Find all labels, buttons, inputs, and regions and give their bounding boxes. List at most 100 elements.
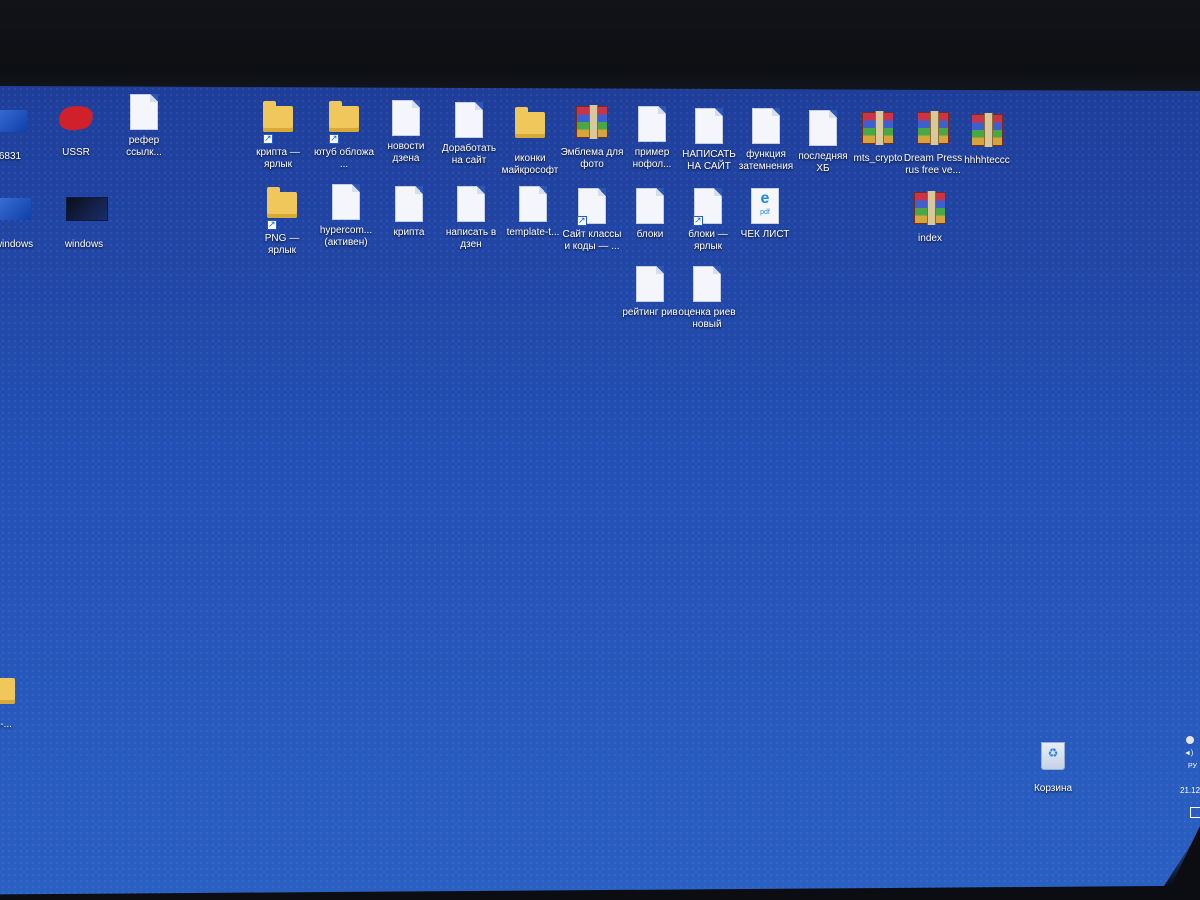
icon-glyph <box>633 266 667 304</box>
icon-glyph <box>692 108 726 146</box>
icon-label: windows <box>64 239 104 250</box>
icon-label: пример нофол... <box>632 147 672 170</box>
icon-glyph <box>57 103 95 144</box>
document-icon <box>636 188 664 224</box>
icon-label: ЧЕК ЛИСТ <box>740 229 790 240</box>
icon-sait-klassy[interactable]: Сайт классы и коды — ... <box>560 188 624 253</box>
icon-glyph <box>749 108 783 146</box>
icon-label: блоки <box>636 229 664 240</box>
icon-glyph <box>575 188 609 226</box>
icon-label: Доработать на сайт <box>441 143 497 166</box>
winrar-archive-icon <box>862 111 894 145</box>
icon-funkciya[interactable]: функция затемнения <box>734 108 798 173</box>
icon-ocenka[interactable]: оценка риев новый <box>675 266 739 331</box>
icon-kripta-shortcut[interactable]: крипта — ярлык <box>246 98 310 171</box>
icon-glyph <box>806 110 840 148</box>
winrar-archive-icon <box>914 191 946 225</box>
folder-icon <box>515 107 545 138</box>
icon-label: Корзина <box>1033 783 1073 794</box>
icon-glyph <box>913 191 947 230</box>
document-icon <box>695 108 723 144</box>
icon-glyph <box>970 113 1004 152</box>
icon-label: PNG — ярлык <box>264 233 300 256</box>
winrar-archive-icon <box>576 105 608 139</box>
icon-glyph <box>0 198 31 236</box>
shortcut-arrow-icon <box>693 214 703 226</box>
icon-windows-2[interactable]: windows <box>52 186 116 251</box>
icon-emblema[interactable]: Эмблема для фото <box>560 104 624 171</box>
document-icon <box>693 266 721 302</box>
icon-label: блоки — ярлык <box>688 229 728 252</box>
icon-label: USSR <box>62 147 90 158</box>
document-icon <box>392 100 420 136</box>
icon-glyph <box>635 106 669 144</box>
document-icon <box>332 184 360 220</box>
network-icon[interactable] <box>1186 736 1194 744</box>
icon-glyph <box>861 111 895 150</box>
icon-index[interactable]: index <box>898 190 962 245</box>
icon-napisat[interactable]: НАПИСАТЬ НА САЙТ <box>677 108 741 173</box>
icon-glyph <box>67 198 107 236</box>
icon-youtube-cover[interactable]: ютуб обложа ... <box>312 98 376 171</box>
icon-napisat-v-dzen[interactable]: написать в дзен <box>439 186 503 251</box>
icon-glyph <box>690 266 724 304</box>
windows-image-icon <box>0 110 27 132</box>
document-icon <box>519 186 547 222</box>
icon-label: рейтинг рив <box>622 307 678 318</box>
icon-hhhhteccc[interactable]: hhhhteccc <box>955 112 1019 167</box>
icon-partial-6831[interactable]: 6831 <box>0 98 42 163</box>
notification-icon[interactable] <box>1190 807 1200 818</box>
icon-hypercom[interactable]: hypercom... (активен) <box>314 184 378 249</box>
language-indicator[interactable]: РУ <box>1188 763 1200 770</box>
icon-label: крипта — ярлык <box>256 147 300 170</box>
icon-ikonki[interactable]: иконки майкрософт <box>498 104 562 177</box>
document-icon <box>130 94 158 130</box>
icon-recycle-bin[interactable]: Корзина <box>1021 736 1085 795</box>
icon-glyph <box>0 678 17 716</box>
icon-ussr[interactable]: USSR <box>44 98 108 159</box>
icon-windows-1[interactable]: windows <box>0 186 46 251</box>
document-icon <box>809 110 837 146</box>
windows-image-icon <box>67 198 107 220</box>
icon-glyph <box>1036 742 1070 780</box>
folder-icon <box>329 101 359 132</box>
icon-label: новости дзена <box>387 141 425 164</box>
icon-reiting[interactable]: рейтинг рив <box>618 266 682 319</box>
icon-dorabotat[interactable]: Доработать на сайт <box>437 102 501 167</box>
icon-label: оценка риев новый <box>678 307 736 330</box>
shortcut-arrow-icon <box>263 132 273 144</box>
icon-glyph <box>454 186 488 224</box>
icon-label: Эмблема для фото <box>560 147 624 170</box>
windows-image-icon <box>0 198 31 220</box>
folder-icon <box>0 678 15 704</box>
icon-primer[interactable]: пример нофол... <box>620 106 684 171</box>
icon-glyph <box>516 186 550 224</box>
icon-label: hypercom... (активен) <box>319 225 373 248</box>
icon-png-shortcut[interactable]: PNG — ярлык <box>250 184 314 257</box>
icon-template[interactable]: template-t... <box>501 186 565 239</box>
icon-bloki[interactable]: блоки <box>618 188 682 241</box>
icon-glyph <box>329 184 363 222</box>
icon-label: крипта <box>393 227 425 238</box>
icon-novosti-dzena[interactable]: новости дзена <box>374 100 438 165</box>
icon-glyph <box>327 101 361 144</box>
icon-glyph <box>691 188 725 226</box>
volume-icon[interactable]: ◄) <box>1184 750 1200 757</box>
icon-label: ютуб обложа ... <box>313 147 375 170</box>
icon-refer[interactable]: рефер ссылк... <box>112 94 176 159</box>
icon-kripta[interactable]: крипта <box>377 186 441 239</box>
icon-partial-ws[interactable]: ws-... <box>0 670 32 731</box>
document-icon <box>638 106 666 142</box>
winrar-archive-icon <box>971 113 1003 147</box>
icon-label: index <box>918 233 942 244</box>
shortcut-arrow-icon <box>267 218 277 230</box>
folder-icon <box>263 101 293 132</box>
icon-bloki-shortcut[interactable]: блоки — ярлык <box>676 188 740 253</box>
winrar-archive-icon <box>917 111 949 145</box>
icon-chek-list[interactable]: e pdf ЧЕК ЛИСТ <box>733 188 797 241</box>
document-icon <box>752 108 780 144</box>
shortcut-arrow-icon <box>577 214 587 226</box>
system-tray: ◄) РУ 21.12. <box>1172 730 1200 840</box>
icon-glyph <box>261 101 295 144</box>
clock-date[interactable]: 21.12. <box>1180 786 1200 795</box>
